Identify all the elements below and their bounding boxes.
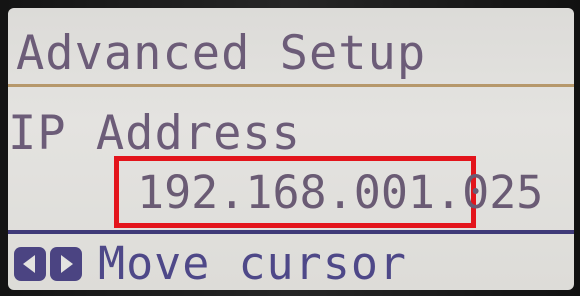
title-divider	[8, 84, 574, 87]
left-triangle-icon	[23, 255, 35, 273]
right-triangle-icon	[61, 255, 73, 273]
ip-address-label: IP Address	[8, 106, 301, 161]
lcd-screen: Advanced Setup IP Address 192.168.001.02…	[8, 8, 574, 290]
screen-title: Advanced Setup	[16, 26, 427, 81]
ip-address-highlight: 192.168.001.025	[114, 156, 543, 228]
footer-divider	[8, 230, 574, 234]
move-cursor-hint: Move cursor	[98, 237, 408, 290]
right-arrow-key-icon[interactable]	[50, 247, 82, 281]
ip-address-value[interactable]: 192.168.001.025	[137, 165, 543, 221]
left-arrow-key-icon[interactable]	[14, 247, 46, 281]
footer-hint-bar: Move cursor	[14, 237, 408, 290]
